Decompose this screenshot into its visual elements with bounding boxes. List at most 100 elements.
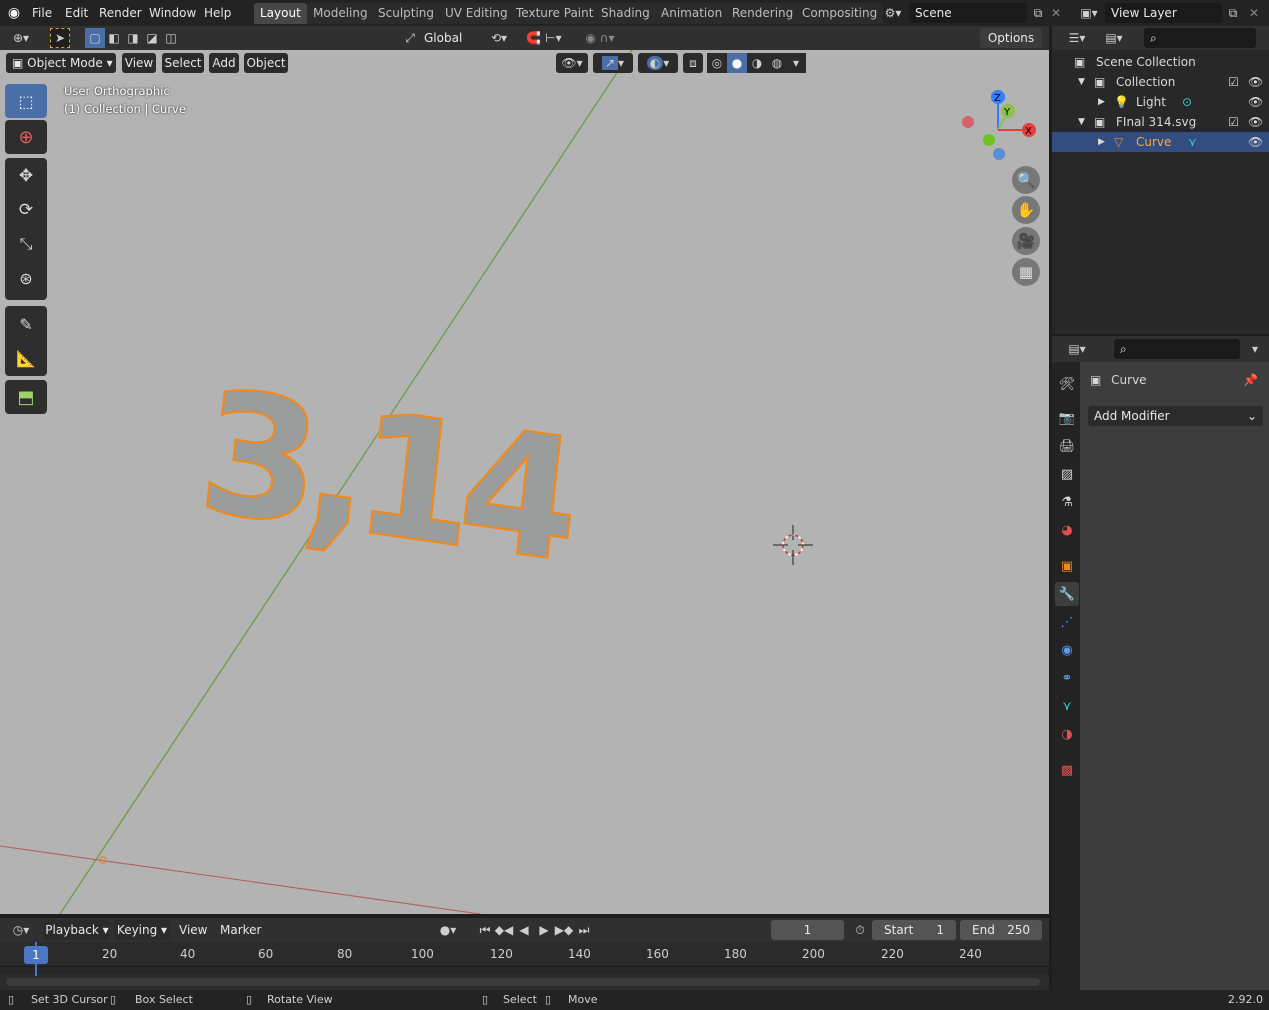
menu-file[interactable]: File bbox=[32, 4, 52, 22]
menu-render[interactable]: Render bbox=[99, 4, 142, 22]
outliner-search-input[interactable]: ⌕ bbox=[1144, 28, 1256, 48]
select-mode-subtract-icon[interactable]: ◨ bbox=[123, 28, 143, 48]
snap-icon[interactable]: 🧲 ⊢▾ bbox=[520, 28, 568, 48]
outliner-row-final-svg[interactable]: ▼ ▣ FInal 314.svg ☑ 👁 bbox=[1052, 112, 1269, 132]
expand-arrow-icon[interactable]: ▼ bbox=[1078, 72, 1085, 92]
shading-rendered-icon[interactable]: ◍ bbox=[767, 53, 787, 73]
playback-menu[interactable]: Playback ▾ bbox=[44, 920, 110, 940]
select-menu[interactable]: Select bbox=[162, 53, 204, 73]
scene-selector-icon[interactable]: ⚙▾ bbox=[878, 3, 908, 23]
gizmo-toggle-icon[interactable]: ↗ ▾ bbox=[593, 53, 633, 73]
tab-output[interactable]: 🖨 bbox=[1055, 434, 1079, 458]
eye-icon[interactable]: 👁 bbox=[1248, 72, 1263, 92]
playhead-marker[interactable]: 1 bbox=[24, 946, 48, 964]
checkbox-icon[interactable]: ☑ bbox=[1228, 112, 1239, 132]
shading-material-icon[interactable]: ◑ bbox=[747, 53, 767, 73]
tab-particles[interactable]: ⋰ bbox=[1055, 610, 1079, 634]
tab-data[interactable]: ⋎ bbox=[1055, 694, 1079, 718]
add-modifier-dropdown[interactable]: Add Modifier ⌄ bbox=[1088, 406, 1263, 426]
tab-shading[interactable]: Shading bbox=[595, 3, 656, 24]
tab-tool[interactable]: 🛠 bbox=[1055, 372, 1079, 396]
select-mode-new-icon[interactable]: ▢ bbox=[85, 28, 105, 48]
shading-wireframe-icon[interactable]: ◎ bbox=[707, 53, 727, 73]
tab-material[interactable]: ◑ bbox=[1055, 722, 1079, 746]
mode-select[interactable]: ▣ Object Mode ▾ bbox=[6, 53, 116, 73]
tab-layout[interactable]: Layout bbox=[254, 3, 307, 24]
jump-start-icon[interactable]: ⏮ bbox=[475, 920, 495, 940]
view-layer-selector-icon[interactable]: ▣▾ bbox=[1074, 3, 1104, 23]
new-scene-icon[interactable]: ⧉ bbox=[1028, 3, 1048, 23]
object-menu[interactable]: Object bbox=[244, 53, 288, 73]
menu-help[interactable]: Help bbox=[204, 4, 231, 22]
select-mode-extend-icon[interactable]: ◧ bbox=[104, 28, 124, 48]
blender-logo-icon[interactable]: ◉ bbox=[4, 3, 24, 23]
timeline-view-menu[interactable]: View bbox=[179, 921, 207, 939]
outliner-row-collection[interactable]: ▼ ▣ Collection ☑ 👁 bbox=[1052, 72, 1269, 92]
tool-move[interactable]: ✥ bbox=[5, 160, 47, 192]
curve-data-icon[interactable]: ⋎ bbox=[1188, 132, 1197, 152]
tab-constraints[interactable]: ⚭ bbox=[1055, 666, 1079, 690]
pivot-point-icon[interactable]: ⟲▾ bbox=[484, 28, 514, 48]
expand-arrow-icon[interactable]: ▶ bbox=[1098, 92, 1105, 112]
editor-type-icon[interactable]: ⊕▾ bbox=[6, 28, 36, 48]
tab-modeling[interactable]: Modeling bbox=[307, 3, 374, 24]
scene-name-field[interactable]: Scene bbox=[909, 3, 1027, 23]
tool-add-cube[interactable]: ⬒ bbox=[5, 380, 47, 414]
tab-texture[interactable]: ▩ bbox=[1055, 758, 1079, 782]
pan-button[interactable]: ✋ bbox=[1012, 196, 1040, 224]
tool-measure[interactable]: 📐 bbox=[5, 342, 47, 374]
tab-texture-paint[interactable]: Texture Paint bbox=[510, 3, 600, 24]
outliner-row-scene-collection[interactable]: ▣ Scene Collection bbox=[1052, 52, 1269, 72]
menu-window[interactable]: Window bbox=[149, 4, 196, 22]
timeline-scrollbar[interactable] bbox=[6, 978, 1040, 986]
eye-icon[interactable]: 👁 bbox=[1248, 132, 1263, 152]
expand-arrow-icon[interactable]: ▼ bbox=[1078, 112, 1085, 132]
properties-editor-type-icon[interactable]: ▤▾ bbox=[1062, 339, 1092, 359]
select-tool-icon[interactable]: ➤ bbox=[50, 28, 70, 48]
perspective-toggle-button[interactable]: ▦ bbox=[1012, 258, 1040, 286]
tab-object[interactable]: ▣ bbox=[1055, 554, 1079, 578]
tab-world[interactable]: ◕ bbox=[1055, 518, 1079, 542]
expand-arrow-icon[interactable]: ▶ bbox=[1098, 132, 1105, 152]
properties-options-icon[interactable]: ▾ bbox=[1245, 339, 1265, 359]
tab-rendering[interactable]: Rendering bbox=[726, 3, 800, 24]
tab-scene[interactable]: ⚗ bbox=[1055, 490, 1079, 514]
visibility-selector-icon[interactable]: 👁▾ bbox=[556, 53, 588, 73]
display-mode-icon[interactable]: ▤▾ bbox=[1099, 28, 1129, 48]
start-frame-field[interactable]: Start 1 bbox=[872, 920, 956, 940]
jump-keyframe-forward-icon[interactable]: ▶◆ bbox=[554, 920, 574, 940]
tab-render[interactable]: 📷 bbox=[1055, 406, 1079, 430]
auto-keying-icon[interactable]: ●▾ bbox=[430, 920, 466, 940]
zoom-button[interactable]: 🔍 bbox=[1012, 166, 1040, 194]
eye-icon[interactable]: 👁 bbox=[1248, 112, 1263, 132]
tool-select-box[interactable]: ⬚ bbox=[5, 84, 47, 118]
tool-transform[interactable]: ⊛ bbox=[5, 262, 47, 294]
select-mode-intersect-icon[interactable]: ◫ bbox=[161, 28, 181, 48]
timeline-editor-type-icon[interactable]: ◷▾ bbox=[6, 920, 36, 940]
tab-sculpting[interactable]: Sculpting bbox=[372, 3, 441, 24]
tab-physics[interactable]: ◉ bbox=[1055, 638, 1079, 662]
current-frame-field[interactable]: 1 bbox=[771, 920, 844, 940]
options-button[interactable]: Options bbox=[980, 28, 1042, 48]
menu-edit[interactable]: Edit bbox=[65, 4, 88, 22]
jump-keyframe-back-icon[interactable]: ◆◀ bbox=[494, 920, 514, 940]
outliner-row-curve[interactable]: ▶ ▽ Curve ⋎ 👁 bbox=[1052, 132, 1269, 152]
tool-cursor[interactable]: ⊕ bbox=[5, 120, 47, 154]
xray-toggle-icon[interactable]: ⧈ bbox=[683, 53, 703, 73]
transform-orientation-select[interactable]: Global bbox=[418, 28, 476, 48]
view-menu[interactable]: View bbox=[122, 53, 156, 73]
tab-animation[interactable]: Animation bbox=[655, 3, 729, 24]
timeline-marker-menu[interactable]: Marker bbox=[220, 921, 261, 939]
jump-end-icon[interactable]: ⏭ bbox=[574, 920, 594, 940]
shading-solid-icon[interactable]: ● bbox=[727, 53, 747, 73]
select-mode-difference-icon[interactable]: ◪ bbox=[142, 28, 162, 48]
properties-search-input[interactable]: ⌕ bbox=[1114, 339, 1240, 359]
outliner-editor-type-icon[interactable]: ☰▾ bbox=[1062, 28, 1092, 48]
checkbox-icon[interactable]: ☑ bbox=[1228, 72, 1239, 92]
pin-icon[interactable]: 📌 bbox=[1243, 371, 1258, 389]
tab-modifiers[interactable]: 🔧 bbox=[1055, 582, 1079, 606]
outliner-row-light[interactable]: ▶ 💡 Light ⊙ 👁 bbox=[1052, 92, 1269, 112]
keying-menu[interactable]: Keying ▾ bbox=[114, 920, 170, 940]
tab-compositing[interactable]: Compositing bbox=[796, 3, 884, 24]
3d-viewport[interactable]: 3,14 Z Y X User Orthographic (1) Collect… bbox=[0, 50, 1049, 914]
